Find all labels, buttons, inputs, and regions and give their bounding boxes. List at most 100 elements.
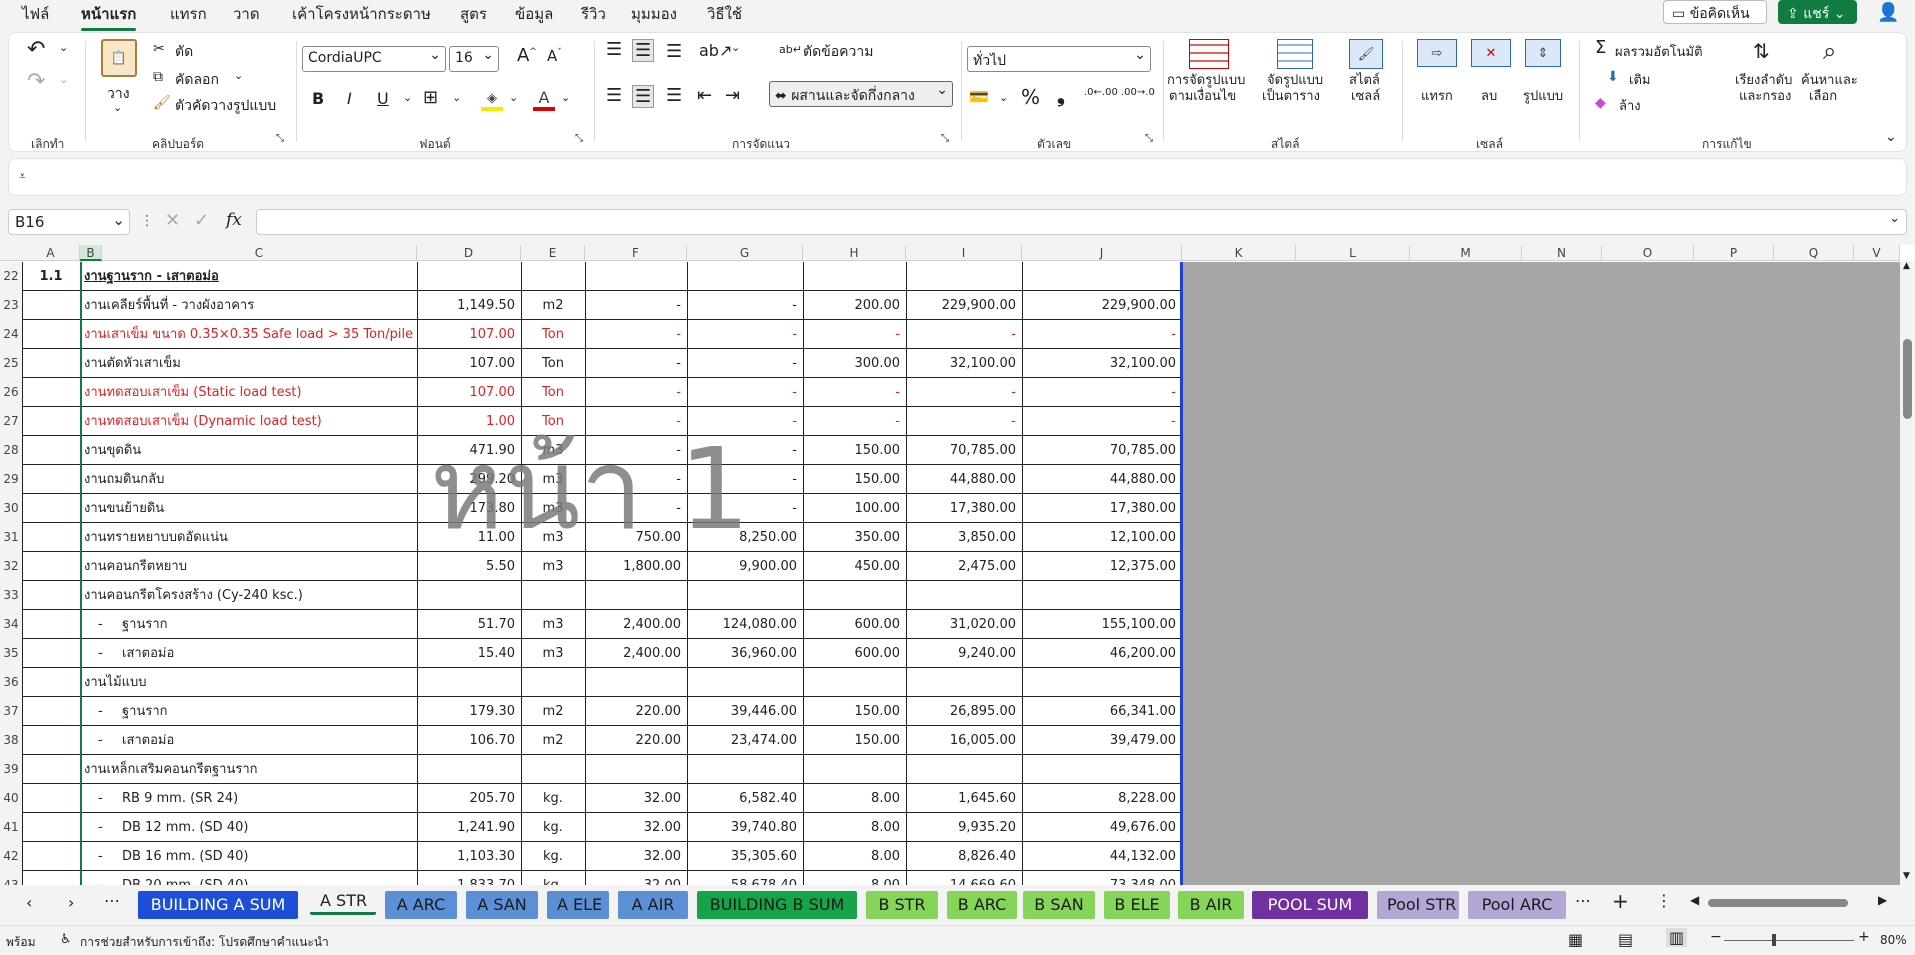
cell-j[interactable]: 229,900.00 <box>1022 291 1182 320</box>
number-format-combo[interactable]: ทั่วไป <box>967 46 1151 72</box>
cell-i[interactable]: 3,850.00 <box>906 523 1022 552</box>
cell-f[interactable]: 32.00 <box>585 813 687 842</box>
zoom-slider[interactable] <box>1724 940 1854 941</box>
copy-button[interactable]: คัดลอก <box>175 69 219 91</box>
cell-j[interactable]: 46,200.00 <box>1022 639 1182 668</box>
fill-color-icon[interactable]: ◈ <box>481 89 503 111</box>
cell-e[interactable]: m3 <box>521 610 585 639</box>
format-painter-button[interactable]: ตัวคัดวางรูปแบบ <box>175 95 276 117</box>
cell-i[interactable]: - <box>906 407 1022 436</box>
cell-j[interactable]: 73,348.00 <box>1022 871 1182 885</box>
row-header[interactable]: 28 <box>0 436 22 465</box>
cell-j[interactable]: 12,100.00 <box>1022 523 1182 552</box>
chevron-down-icon[interactable]: ⌄ <box>59 41 68 54</box>
cell-d[interactable]: 15.40 <box>417 639 521 668</box>
cell-f[interactable]: 2,400.00 <box>585 639 687 668</box>
cell-c-dash[interactable]: - <box>98 784 110 813</box>
horizontal-scrollbar[interactable]: ◀ ▶ <box>1690 893 1890 911</box>
cell-j[interactable]: 17,380.00 <box>1022 494 1182 523</box>
sheet-tab[interactable]: POOL SUM <box>1252 891 1368 919</box>
cell-c[interactable]: งานเคลียร์พื้นที่ - วางผังอาคาร <box>84 291 417 320</box>
cell-e[interactable]: kg. <box>521 784 585 813</box>
row-header[interactable]: 39 <box>0 755 22 784</box>
tab-view[interactable]: มุมมอง <box>631 2 677 26</box>
cell-i[interactable]: 26,895.00 <box>906 697 1022 726</box>
cell-i[interactable]: 2,475.00 <box>906 552 1022 581</box>
tab-draw[interactable]: วาด <box>233 2 260 26</box>
cell-e[interactable]: kg. <box>521 813 585 842</box>
cell-d[interactable]: 106.70 <box>417 726 521 755</box>
cell-j[interactable]: 12,375.00 <box>1022 552 1182 581</box>
cell-c-dash[interactable]: - <box>98 842 110 871</box>
paste-icon[interactable]: 📋 <box>101 39 137 77</box>
sheet-options-icon[interactable]: ⋮ <box>1656 891 1672 910</box>
decrease-decimal-button[interactable]: .00→.0 <box>1121 87 1155 98</box>
cell-h[interactable]: 150.00 <box>803 726 906 755</box>
row-header[interactable]: 25 <box>0 349 22 378</box>
italic-button[interactable]: I <box>347 89 352 108</box>
cell-h[interactable]: 350.00 <box>803 523 906 552</box>
accessibility-status[interactable]: การช่วยสำหรับการเข้าถึง: โปรดศึกษาคำแนะน… <box>80 933 329 952</box>
fill-button[interactable]: เติม <box>1629 69 1650 90</box>
column-header-c[interactable]: C <box>102 245 417 261</box>
cell-h[interactable]: 8.00 <box>803 871 906 885</box>
cell-styles-icon[interactable]: 🖌 <box>1349 39 1383 69</box>
find-select-label-2[interactable]: เลือก <box>1809 85 1837 106</box>
cell-c[interactable]: DB 20 mm. (SD 40) <box>122 871 417 885</box>
column-header-q[interactable]: Q <box>1774 245 1854 261</box>
cut-button[interactable]: ตัด <box>175 41 193 63</box>
column-header-g[interactable]: G <box>687 245 803 261</box>
cell-i[interactable]: - <box>906 320 1022 349</box>
underline-button[interactable]: U <box>377 89 389 108</box>
copy-icon[interactable]: ⧉ <box>153 69 163 85</box>
row-header[interactable]: 22 <box>0 262 22 291</box>
cell-c[interactable]: งานไม้แบบ <box>84 668 417 697</box>
format-as-table-icon[interactable] <box>1277 39 1313 69</box>
cell-j[interactable]: 32,100.00 <box>1022 349 1182 378</box>
accessibility-icon[interactable]: ♿ <box>60 932 72 947</box>
cell-e[interactable]: m3 <box>521 639 585 668</box>
cell-j[interactable]: - <box>1022 407 1182 436</box>
fill-icon[interactable]: ⬇ <box>1607 69 1619 85</box>
cell-i[interactable]: 9,935.20 <box>906 813 1022 842</box>
share-button[interactable]: ⇪ แชร์ ⌄ <box>1778 0 1857 24</box>
cell-h[interactable]: 8.00 <box>803 784 906 813</box>
cell-i[interactable]: - <box>906 378 1022 407</box>
cell-i[interactable]: 8,826.40 <box>906 842 1022 871</box>
column-header-o[interactable]: O <box>1602 245 1694 261</box>
cell-d[interactable]: 1,103.30 <box>417 842 521 871</box>
scroll-up-icon[interactable]: ▲ <box>1903 261 1910 271</box>
worksheet-grid[interactable]: ABCDEFGHIJKLMNOPQV 22 1.1 งานฐานราก - เสาต… <box>0 245 1915 885</box>
cell-c-dash[interactable]: - <box>98 871 110 885</box>
cell-d[interactable]: 1,149.50 <box>417 291 521 320</box>
delete-cells-button[interactable]: ลบ <box>1481 85 1497 106</box>
increase-decimal-button[interactable]: .0←.00 <box>1084 87 1118 98</box>
tab-formulas[interactable]: สูตร <box>460 2 487 26</box>
scroll-right-icon[interactable]: ▶ <box>1878 893 1887 907</box>
vertical-scrollbar[interactable]: ▲ ▼ <box>1900 261 1915 885</box>
cell-e[interactable]: Ton <box>521 349 585 378</box>
conditional-formatting-icon[interactable] <box>1189 39 1229 69</box>
cell-d[interactable]: 1,241.90 <box>417 813 521 842</box>
row-header[interactable]: 37 <box>0 697 22 726</box>
zoom-in-icon[interactable]: + <box>1858 929 1870 945</box>
find-select-icon[interactable]: ⌕ <box>1823 37 1836 65</box>
tab-file[interactable]: ไฟล์ <box>22 2 49 26</box>
align-middle-icon[interactable]: ☰ <box>632 39 655 62</box>
format-cells-button[interactable]: รูปแบบ <box>1523 85 1563 106</box>
collapse-ribbon-icon[interactable]: ⌄ <box>1885 129 1897 145</box>
cell-c[interactable]: DB 16 mm. (SD 40) <box>122 842 417 871</box>
cell-e[interactable]: m2 <box>521 291 585 320</box>
align-center-icon[interactable]: ☰ <box>632 85 655 108</box>
increase-indent-icon[interactable]: ⇥ <box>725 85 740 106</box>
increase-font-icon[interactable]: A^ <box>517 45 537 66</box>
currency-icon[interactable]: 💳 <box>969 87 989 106</box>
dialog-launcher-icon[interactable]: ⤡ <box>1145 133 1153 144</box>
insert-cells-icon[interactable]: ⇨ <box>1417 39 1457 67</box>
cell-g[interactable]: 39,740.80 <box>687 813 803 842</box>
cell-h[interactable]: 150.00 <box>803 697 906 726</box>
cell-g[interactable]: 36,960.00 <box>687 639 803 668</box>
cell-j[interactable]: 49,676.00 <box>1022 813 1182 842</box>
cell-c[interactable]: งานขุดดิน <box>84 436 417 465</box>
cell-c-dash[interactable]: - <box>98 610 110 639</box>
